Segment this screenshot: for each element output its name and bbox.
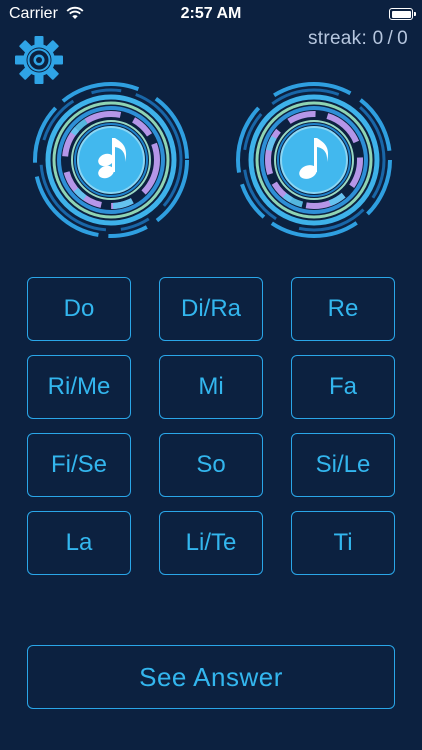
note-disc-graphic [236,82,392,238]
streak-total: 0 [397,28,408,49]
solfege-button-fi-se[interactable]: Fi/Se [27,433,131,497]
solfege-button-li-te[interactable]: Li/Te [159,511,263,575]
status-bar: Carrier 2:57 AM [0,0,422,30]
solfege-button-si-le[interactable]: Si/Le [291,433,395,497]
solfege-button-re[interactable]: Re [291,277,395,341]
chord-disc[interactable] [31,80,191,240]
streak-label: streak: [307,28,368,49]
see-answer-button[interactable]: See Answer [27,645,395,709]
chord-disc-graphic [33,82,189,238]
solfege-button-ti[interactable]: Ti [291,511,395,575]
gear-icon [15,36,63,84]
battery-icon [389,8,416,20]
streak-counter: streak: 0/0 [308,28,408,50]
settings-button[interactable] [12,33,66,87]
streak-current: 0 [372,28,384,49]
solfege-button-mi[interactable]: Mi [159,355,263,419]
solfege-button-grid: Do Di/Ra Re Ri/Me Mi Fa Fi/Se So Si/Le L… [27,277,395,575]
streak-separator: / [387,28,394,49]
solfege-button-fa[interactable]: Fa [291,355,395,419]
solfege-button-ri-me[interactable]: Ri/Me [27,355,131,419]
solfege-button-la[interactable]: La [27,511,131,575]
note-disc[interactable] [234,80,394,240]
solfege-button-so[interactable]: So [159,433,263,497]
solfege-button-do[interactable]: Do [27,277,131,341]
solfege-button-di-ra[interactable]: Di/Ra [159,277,263,341]
status-time: 2:57 AM [180,5,242,22]
